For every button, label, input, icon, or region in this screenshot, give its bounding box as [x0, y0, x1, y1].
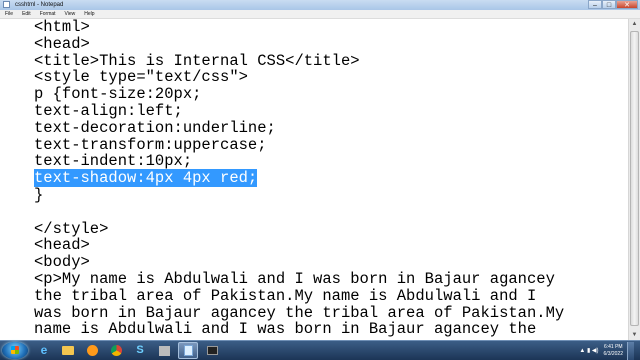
menu-help[interactable]: Help [79, 10, 98, 18]
tray-icons[interactable]: ▲ ▮ ◀) [579, 347, 598, 354]
menu-file[interactable]: File [0, 10, 17, 18]
code-line[interactable]: was born in Bajaur agancey the tribal ar… [34, 303, 628, 322]
vertical-scrollbar[interactable]: ▲ ▼ [628, 19, 640, 340]
folder-icon [62, 346, 74, 355]
recorder-icon [206, 346, 218, 355]
line-text: the tribal area of Pakistan.My name is A… [34, 286, 537, 305]
window-title: csshtml - Notepad [15, 2, 64, 8]
line-text: <head> [34, 34, 90, 53]
taskbar: e S ▲ ▮ ◀) 6:41 PM 6/3/2022 [0, 340, 640, 360]
show-desktop-button[interactable] [627, 341, 634, 360]
line-text: name is Abdulwali and I was born in Baja… [34, 320, 537, 339]
code-line[interactable]: text-decoration:underline; [34, 118, 628, 137]
code-line[interactable]: text-indent:10px; [34, 153, 628, 170]
line-text: <head> [34, 236, 90, 255]
line-text: text-decoration:underline; [34, 118, 276, 137]
taskbar-button-folder[interactable] [58, 342, 78, 359]
skype-icon: S [136, 344, 144, 356]
menu-format[interactable]: Format [35, 10, 60, 18]
code-line[interactable]: <style type="text/css"> [34, 69, 628, 86]
code-line[interactable]: name is Abdulwali and I was born in Baja… [34, 321, 628, 338]
notepad-window: csshtml - Notepad – □ ✕ File Edit Format… [0, 0, 640, 340]
code-line[interactable]: <head> [34, 237, 628, 254]
menu-bar: File Edit Format View Help [0, 10, 640, 19]
line-text: was born in Bajaur agancey the tribal ar… [34, 303, 565, 322]
taskbar-button-chrome[interactable] [106, 342, 126, 359]
code-line[interactable]: <html> [34, 19, 628, 36]
code-line[interactable]: <title>This is Internal CSS</title> [34, 51, 628, 70]
code-line[interactable]: p {font-size:20px; [34, 86, 628, 103]
scroll-up-arrow-icon[interactable]: ▲ [629, 19, 640, 29]
line-text: <body> [34, 253, 90, 272]
code-line[interactable]: <head> [34, 34, 628, 53]
chrome-icon [110, 345, 122, 356]
taskbar-button-app[interactable] [154, 342, 174, 359]
line-text: text-align:left; [34, 101, 183, 120]
app-icon [158, 345, 170, 356]
window-controls: – □ ✕ [588, 0, 638, 9]
clock-time: 6:41 PM [603, 343, 623, 350]
scroll-thumb[interactable] [630, 31, 639, 326]
close-button[interactable]: ✕ [616, 0, 638, 9]
taskbar-button-internet-explorer[interactable]: e [34, 342, 54, 359]
code-line[interactable]: <p>My name is Abdulwali and I was born i… [34, 271, 628, 288]
taskbar-button-media-player[interactable] [82, 342, 102, 359]
system-tray: ▲ ▮ ◀) 6:41 PM 6/3/2022 [579, 341, 634, 360]
scroll-down-arrow-icon[interactable]: ▼ [629, 330, 640, 340]
code-line[interactable]: text-shadow:4px 4px red; [34, 169, 628, 188]
code-line[interactable] [34, 204, 628, 221]
code-line[interactable]: text-align:left; [34, 103, 628, 120]
code-line[interactable]: the tribal area of Pakistan.My name is A… [34, 286, 628, 305]
maximize-button[interactable]: □ [602, 0, 616, 9]
line-text: text-indent:10px; [34, 152, 193, 171]
windows-logo-icon [11, 346, 19, 354]
start-button[interactable] [2, 342, 28, 359]
internet-explorer-icon: e [40, 343, 48, 357]
media-player-icon [86, 345, 98, 356]
clock[interactable]: 6:41 PM 6/3/2022 [604, 344, 623, 358]
line-text: p {font-size:20px; [34, 85, 202, 104]
notepad-app-icon[interactable] [3, 1, 10, 8]
code-line[interactable]: </style> [34, 219, 628, 238]
line-text: <title>This is Internal CSS</title> [34, 51, 360, 70]
code-line[interactable]: } [34, 187, 628, 204]
menu-edit[interactable]: Edit [17, 10, 35, 18]
clock-date: 6/3/2022 [603, 350, 623, 357]
code-text[interactable]: <html> <head> <title>This is Internal CSS<… [34, 19, 628, 338]
line-text: <html> [34, 19, 90, 36]
line-text: <style type="text/css"> [34, 68, 248, 87]
taskbar-button-skype[interactable]: S [130, 342, 150, 359]
taskbar-button-recorder[interactable] [202, 342, 222, 359]
code-line[interactable]: <body> [34, 254, 628, 271]
text-editor[interactable]: <html> <head> <title>This is Internal CSS<… [0, 19, 628, 340]
line-text: } [34, 185, 44, 204]
menu-view[interactable]: View [60, 10, 80, 18]
selected-text: text-shadow:4px 4px red; [34, 169, 258, 188]
line-text: </style> [34, 219, 109, 238]
title-bar[interactable]: csshtml - Notepad – □ ✕ [0, 0, 640, 10]
minimize-button[interactable]: – [588, 0, 602, 9]
notepad-icon [183, 345, 193, 356]
taskbar-button-notepad[interactable] [178, 342, 198, 359]
line-text: text-transform:uppercase; [34, 135, 267, 154]
code-line[interactable]: text-transform:uppercase; [34, 135, 628, 154]
line-text: <p>My name is Abdulwali and I was born i… [34, 269, 555, 288]
